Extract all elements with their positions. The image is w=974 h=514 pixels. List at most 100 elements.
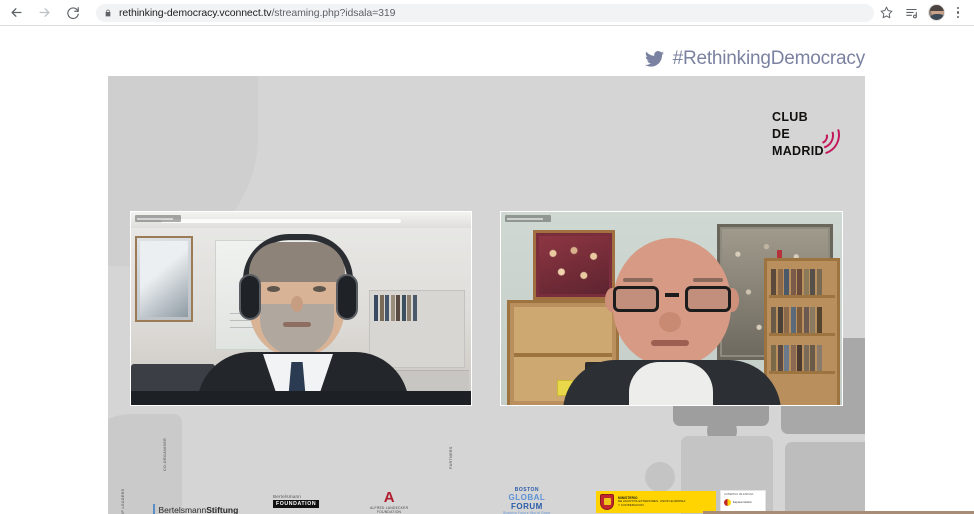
club-de-madrid-logo: CLUB DE MADRID — [772, 107, 848, 163]
sponsor-logo-band: CO-ORGANISER WORKING GROUP LEADERS SUPPO… — [108, 421, 865, 514]
book — [810, 307, 815, 333]
book — [784, 269, 789, 295]
photo-content — [539, 236, 609, 294]
espana-global-icon — [724, 499, 731, 507]
band-label-partners: PARTNERS — [449, 446, 453, 469]
address-bar[interactable]: rethinking-democracy.vconnect.tv/streami… — [96, 3, 874, 22]
picture-inner — [140, 241, 188, 317]
reload-button[interactable] — [61, 1, 85, 25]
band-label-working-group-leaders: WORKING GROUP LEADERS — [121, 489, 126, 514]
reading-list-button[interactable] — [899, 1, 924, 25]
back-arrow-icon — [11, 8, 21, 17]
logo-accent-bar — [153, 504, 155, 514]
video-left-name-badge — [135, 215, 181, 222]
menu-dot — [956, 6, 960, 10]
url-domain: rethinking-democracy.vconnect.tv — [119, 6, 272, 19]
logo-bertelsmann-foundation-top: Bertelsmann — [273, 494, 301, 499]
book — [810, 345, 815, 371]
book — [784, 345, 789, 371]
logo-landecker-text: ALFRED LANDECKER FOUNDATION — [370, 506, 408, 514]
book — [803, 345, 809, 371]
logo-bertelsmann-stiftung: BertelsmannStiftung — [153, 504, 238, 514]
book — [816, 269, 822, 295]
badge-text-blur — [137, 217, 173, 220]
speaker-left-nose — [291, 296, 303, 312]
book — [784, 307, 789, 333]
speaker-right-shirt — [629, 362, 713, 405]
speaker-left-eye — [267, 286, 280, 292]
hashtag-text: #RethinkingDemocracy — [672, 48, 866, 69]
logo-bertelsmann-stiftung-text: BertelsmannStiftung — [158, 504, 239, 514]
video-right-name-badge — [505, 215, 551, 222]
bookshelf — [369, 290, 465, 368]
boston-line2: GLOBAL — [508, 493, 546, 502]
book — [771, 307, 776, 333]
desk-edge — [131, 391, 471, 405]
glasses-lens — [685, 286, 731, 312]
espana-global-row: Espana Global — [724, 499, 751, 507]
shelf-divider — [514, 353, 612, 357]
speaker-right-eyebrow — [693, 278, 723, 282]
club-logo-line2: DE — [772, 127, 790, 141]
url-path: /streaming.php?idsala=319 — [271, 6, 396, 19]
forward-button[interactable] — [32, 1, 56, 25]
books-row — [771, 341, 833, 371]
reload-icon — [67, 6, 79, 19]
glasses-bridge — [665, 293, 679, 297]
shelf-divider — [769, 371, 835, 374]
avatar-hair — [930, 5, 944, 11]
stream-stage: CLUB DE MADRID CO-ORGANISER PARTNERS Ber… — [108, 76, 865, 514]
book — [803, 307, 809, 333]
book — [816, 307, 822, 333]
bookmark-star-button[interactable] — [874, 1, 899, 25]
logo-boston-global-forum: BOSTON GLOBAL FORUM Shaping Future World… — [503, 487, 551, 514]
books-row — [771, 265, 833, 295]
book — [790, 307, 796, 333]
book — [777, 345, 783, 371]
speaker-right-nose — [659, 312, 681, 332]
book — [790, 345, 796, 371]
framed-picture — [135, 236, 193, 322]
book — [390, 295, 395, 321]
speaker-left-eye — [313, 286, 326, 292]
book — [407, 295, 411, 321]
spain-line3: Y COOPERACION — [618, 502, 644, 507]
book — [777, 269, 783, 295]
band-label-co-organiser: CO-ORGANISER — [163, 437, 167, 471]
back-button[interactable] — [4, 1, 28, 25]
spain-coat-of-arms-icon — [600, 494, 614, 510]
speaker-left-hair — [249, 242, 345, 282]
book — [385, 295, 389, 321]
shelf-divider — [769, 333, 835, 336]
logo-alfred-landecker-foundation: A ALFRED LANDECKER FOUNDATION — [370, 490, 408, 514]
book — [412, 295, 417, 321]
headphone-cup — [336, 274, 358, 320]
spain-gob-line1: GOBIERNO DE ESPANA — [724, 493, 754, 496]
video-tile-left[interactable] — [130, 211, 472, 406]
menu-dot — [956, 15, 960, 19]
glasses-lens — [613, 286, 659, 312]
bookshelf-right — [764, 258, 840, 405]
profile-avatar[interactable] — [928, 4, 945, 21]
book — [374, 295, 378, 321]
books — [374, 295, 417, 321]
video-tile-right[interactable] — [500, 211, 843, 406]
logo-bertelsmann-foundation-bottom: FOUNDATION — [273, 500, 320, 508]
shelf-divider — [769, 295, 835, 298]
logo-bertelsmann-foundation: Bertelsmann FOUNDATION — [273, 494, 320, 508]
url-text: rethinking-democracy.vconnect.tv/streami… — [119, 7, 395, 19]
book — [401, 295, 406, 321]
book — [396, 295, 400, 321]
forward-arrow-icon — [39, 8, 49, 17]
speaker-right-mouth — [651, 340, 689, 346]
browser-toolbar: rethinking-democracy.vconnect.tv/streami… — [0, 0, 974, 26]
three-dot-menu-button[interactable] — [949, 1, 967, 25]
headphone-cup — [239, 274, 261, 320]
boston-line3: FORUM — [510, 502, 543, 511]
book — [810, 269, 815, 295]
logo-spain-ministry: MINISTERIO DE ASUNTOS EXTERIORES, UNION … — [596, 491, 716, 513]
book — [816, 345, 822, 371]
wall-photo-small — [533, 230, 615, 300]
book — [803, 269, 809, 295]
lock-icon — [104, 8, 112, 18]
